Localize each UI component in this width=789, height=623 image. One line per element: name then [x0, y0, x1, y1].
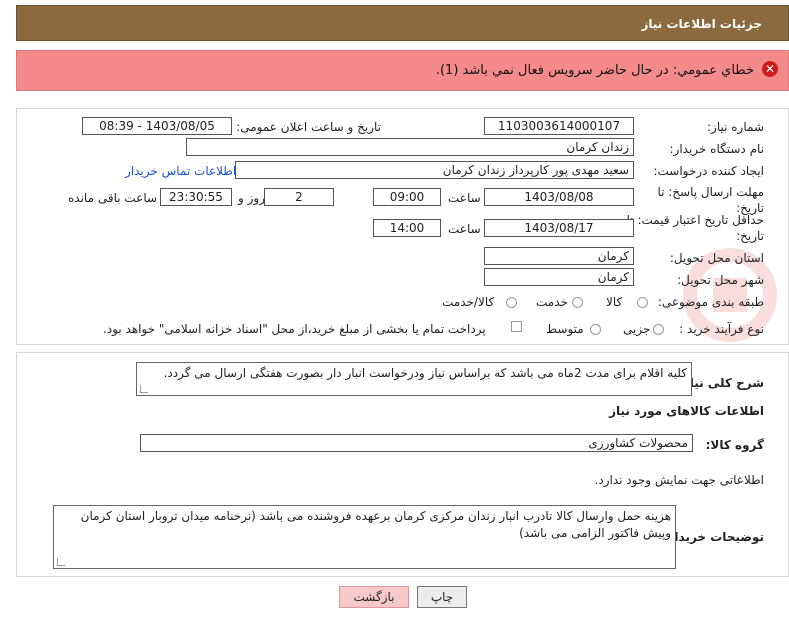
category-option-goods-service: کالا/خدمت	[442, 295, 495, 309]
goods-group-label: گروه کالا:	[705, 438, 764, 452]
deadline-date-field: 1403/08/08	[484, 188, 634, 206]
validity-time-field: 14:00	[373, 219, 441, 237]
buyer-contact-link[interactable]: اطلاعات تماس خریدار	[125, 164, 236, 178]
buyer-org-field: زندان کرمان	[186, 138, 634, 156]
creator-field: سعید مهدی پور کارپرداز زندان کرمان	[235, 161, 634, 179]
process-option-minor: جزیی	[623, 322, 651, 336]
no-info-message: اطلاعاتی جهت نمایش وجود ندارد.	[594, 473, 764, 487]
print-button[interactable]: چاپ	[417, 586, 467, 608]
validity-label: حداقل تاریخ اعتبار قیمت: تا تاریخ:	[626, 213, 764, 243]
general-description-text: کلیه اقلام برای مدت 2ماه می باشد که براس…	[163, 366, 687, 380]
province-label: استان محل تحویل:	[669, 251, 764, 265]
buyer-notes-textarea[interactable]: هزینه حمل وارسال کالا تادرب انبار زندان …	[53, 505, 676, 569]
deadline-time-field: 09:00	[373, 188, 441, 206]
city-label: شهر محل تحویل:	[677, 273, 764, 287]
validity-time-label: ساعت	[448, 222, 481, 236]
page-title-bar: جزئیات اطلاعات نیاز	[16, 5, 789, 41]
category-option-goods: کالا	[606, 295, 623, 309]
process-radio-minor[interactable]	[653, 324, 664, 335]
category-radio-goods-service[interactable]	[506, 297, 517, 308]
days-label: روز و	[238, 191, 265, 205]
goods-group-field: محصولات کشاورزی	[140, 434, 693, 452]
validity-date-field: 1403/08/17	[484, 219, 634, 237]
process-option-medium: متوسط	[546, 322, 584, 336]
announce-field: 1403/08/05 - 08:39	[82, 117, 232, 135]
need-number-field: 1103003614000107	[484, 117, 634, 135]
buyer-notes-label: توضیحات خریدار:	[662, 530, 764, 544]
buyer-notes-text: هزینه حمل وارسال کالا تادرب انبار زندان …	[80, 509, 671, 540]
category-radio-goods[interactable]	[637, 297, 648, 308]
need-number-label: شماره نیاز:	[707, 120, 764, 134]
buyer-org-label: نام دستگاه خریدار:	[669, 142, 765, 156]
remaining-time-field: 23:30:55	[160, 188, 232, 206]
process-type-label: نوع فرآیند خرید :	[679, 322, 764, 336]
error-alert: ✕ خطاي عمومي: در حال حاضر سرويس فعال نمي…	[16, 50, 789, 91]
resize-grip-icon[interactable]	[140, 385, 148, 393]
general-description-textarea[interactable]: کلیه اقلام برای مدت 2ماه می باشد که براس…	[136, 362, 692, 396]
page-title: جزئیات اطلاعات نیاز	[641, 17, 762, 31]
back-button[interactable]: بازگشت	[339, 586, 409, 608]
category-radio-service[interactable]	[572, 297, 583, 308]
error-message: خطاي عمومي: در حال حاضر سرويس فعال نمي ب…	[435, 63, 754, 78]
treasury-payment-text: پرداخت تمام یا بخشی از مبلغ خرید،از محل …	[103, 322, 486, 336]
days-remaining-field: 2	[264, 188, 334, 206]
error-circle-icon: ✕	[762, 61, 778, 77]
deadline-time-label: ساعت	[448, 191, 481, 205]
resize-grip-icon[interactable]	[57, 558, 65, 566]
announce-label: تاریخ و ساعت اعلان عمومی:	[236, 120, 381, 134]
category-option-service: خدمت	[536, 295, 568, 309]
category-label: طبقه بندی موضوعی:	[657, 295, 764, 309]
remaining-label: ساعت باقی مانده	[68, 191, 158, 205]
goods-info-title: اطلاعات کالاهای مورد نیاز	[609, 404, 764, 418]
creator-label: ایجاد کننده درخواست:	[653, 164, 764, 178]
province-field: کرمان	[484, 247, 634, 265]
city-field: کرمان	[484, 268, 634, 286]
treasury-payment-checkbox[interactable]	[511, 321, 522, 332]
process-radio-medium[interactable]	[590, 324, 601, 335]
